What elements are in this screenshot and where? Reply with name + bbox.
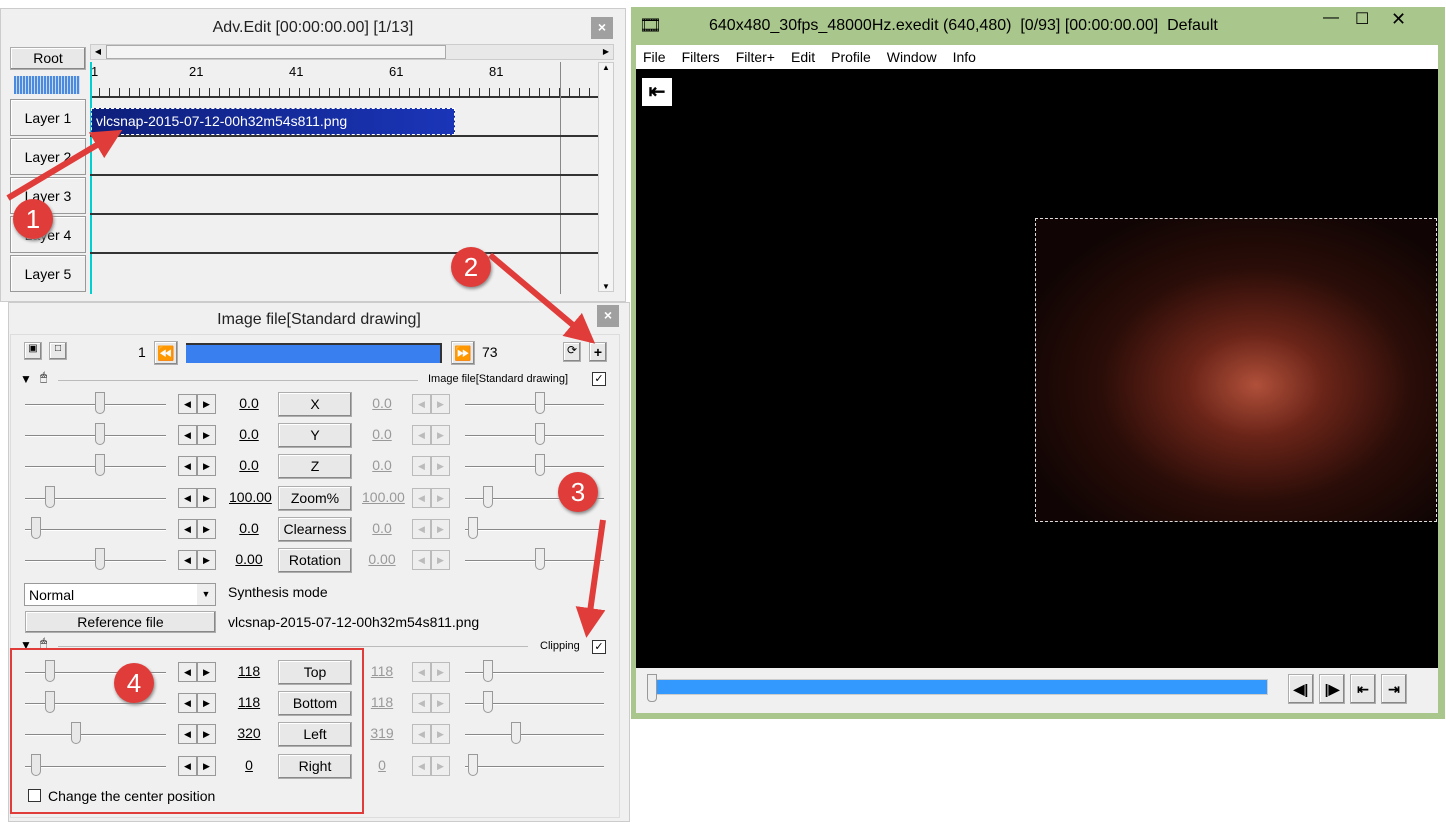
annotation-badge-2: 2 xyxy=(451,247,491,287)
annotation-badge-1: 1 xyxy=(13,199,53,239)
arrow-3 xyxy=(575,519,606,638)
arrow-2 xyxy=(488,252,596,344)
annotation-arrows xyxy=(6,129,606,638)
arrow-1 xyxy=(6,129,123,201)
annotation-badge-3: 3 xyxy=(558,472,598,512)
annotation-badge-4: 4 xyxy=(114,663,154,703)
